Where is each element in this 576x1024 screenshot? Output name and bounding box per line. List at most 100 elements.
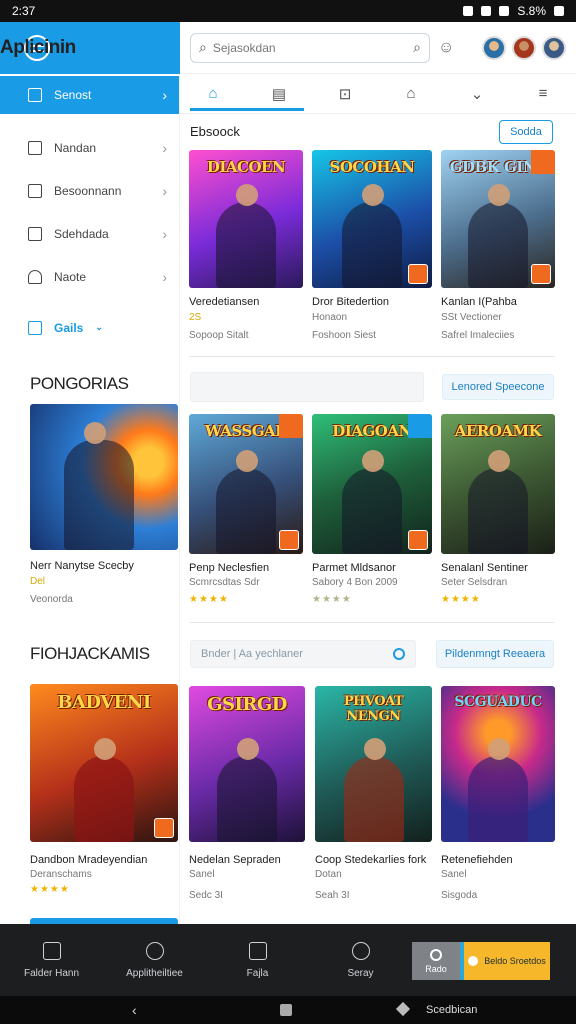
game-character	[217, 738, 277, 842]
home-button-icon[interactable]	[280, 1004, 292, 1016]
game-thumbnail: DIAGOAN	[312, 414, 432, 554]
book-icon: ⊡	[338, 85, 352, 103]
game-character	[216, 450, 276, 554]
nav-item-folder[interactable]: Falder Hann	[0, 924, 103, 996]
avatar[interactable]	[482, 35, 506, 60]
game-title: Retenefiehden	[441, 854, 513, 866]
game-title: Coop Stedekarlies fork	[315, 854, 427, 866]
game-card[interactable]: SCGUADUC Retenefiehden Sanel Sisgoda	[441, 686, 555, 901]
system-nav-label: Scedbican	[426, 1004, 478, 1016]
section1-button[interactable]: Sodda	[499, 120, 553, 144]
game-subtitle: Deranschams	[30, 869, 92, 880]
avatar[interactable]	[542, 35, 566, 60]
game-thumbnail: DIACOEN	[189, 150, 303, 288]
game-title: Kanlan I(Pahba	[441, 296, 517, 308]
tab-bookmarks[interactable]: ⌂	[391, 74, 431, 114]
game-title: Parmet Mldsanor	[312, 562, 396, 574]
sidebar-item-gails[interactable]: Gails ⌄	[0, 306, 179, 349]
section3-filter-input[interactable]: Bnder | Aa yechlaner	[190, 640, 416, 668]
game-character	[74, 738, 134, 842]
sidebar-item-senost[interactable]: Senost ›	[0, 76, 179, 114]
rating-stars: ★★★★	[30, 884, 70, 895]
rating-badge-icon	[408, 264, 428, 284]
calendar-icon	[28, 226, 42, 241]
game-card[interactable]: AEROAMK Senalanl Sentiner Seter Selsdran…	[441, 414, 555, 608]
tab-library[interactable]: ⊡	[325, 74, 365, 114]
game-card[interactable]: GSIRGD Nedelan Sepraden Sanel Sedc 3I	[189, 686, 305, 901]
rating-badge-icon	[531, 264, 551, 284]
nav-item-applications[interactable]: Applitheiltiee	[103, 924, 206, 996]
game-card[interactable]: DIAGOAN Parmet Mldsanor Sabory 4 Bon 200…	[312, 414, 432, 608]
nav-item-fajla[interactable]: Fajla	[206, 924, 309, 996]
store-button[interactable]: Rado	[412, 942, 460, 980]
bookmark-icon: ⌂	[406, 85, 416, 102]
home-icon: ⌂	[208, 85, 218, 102]
game-character	[216, 184, 276, 288]
grid-icon	[42, 941, 61, 960]
game-card[interactable]: WASSGAR Penp Neclesfien Scmrcsdtas Sdr ★…	[189, 414, 303, 608]
game-meta: Foshoon Siest	[312, 330, 376, 341]
download-icon: ⌄	[470, 85, 484, 103]
filter-input-text: Bnder | Aa yechlaner	[201, 648, 303, 660]
game-subtitle: Seter Selsdran	[441, 577, 508, 588]
game-title: Penp Neclesfien	[189, 562, 270, 574]
search-input[interactable]: ⌕ Sejasokdan ⌕	[190, 32, 430, 63]
sidebar-item-sdehdada[interactable]: Sdehdada ›	[0, 212, 179, 255]
recents-icon[interactable]	[395, 1001, 411, 1017]
game-card[interactable]: GDBK GINY Kanlan I(Pahba SSt Vectioner S…	[441, 150, 555, 346]
game-thumbnail: WASSGAR	[189, 414, 303, 554]
back-icon[interactable]: ‹	[132, 1002, 137, 1018]
section2-button[interactable]: Lenored Speecone	[442, 374, 554, 400]
signal-icon	[499, 6, 510, 16]
tab-downloads[interactable]: ⌄	[457, 74, 497, 114]
game-icon	[28, 320, 42, 335]
divider	[190, 356, 554, 357]
nav-label: Fajla	[246, 967, 269, 979]
table-icon	[28, 140, 42, 155]
game-subtitle: Honaon	[312, 312, 348, 323]
game-card[interactable]: PHVOAT NENGN Coop Stedekarlies fork Dota…	[315, 686, 432, 901]
game-meta: Sisgoda	[441, 890, 478, 901]
sidebar-item-label: Senost	[54, 88, 92, 102]
section-heading: FIOHJACKAMIS	[30, 644, 150, 663]
sidebar-item-nandan[interactable]: Nandan ›	[0, 126, 179, 169]
status-icons: S.8%	[463, 4, 564, 18]
game-card[interactable]: BADVENI Dandbon Mradeyendian Deranschams…	[30, 684, 178, 895]
sidebar-item-label: Naote	[54, 269, 87, 284]
search-placeholder: Sejasokdan	[212, 40, 276, 55]
tab-cart[interactable]: ≡	[523, 74, 563, 114]
search-icon: ⌕	[199, 39, 207, 55]
section-heading: PONGORIAS	[30, 374, 129, 393]
game-thumbnail: GSIRGD	[189, 686, 305, 842]
nav-label: Falder Hann	[23, 967, 80, 979]
section3-button[interactable]: Pildenmngt Reeaera	[436, 640, 554, 668]
game-title: Nerr Nanytse Scecby	[30, 560, 134, 572]
cta-button[interactable]: Beldo Sroetdos	[460, 942, 550, 980]
game-thumbnail: SOCOHAN	[312, 150, 432, 288]
search-submit-icon[interactable]: ⌕	[413, 39, 421, 56]
game-card[interactable]: SOCOHAN Dror Bitedertion Honaon Foshoon …	[312, 150, 432, 346]
section2-search-bar[interactable]	[190, 372, 424, 402]
nav-item-search[interactable]: Seray	[309, 924, 412, 996]
game-card[interactable]: DIACOEN Veredetiansen 2S Sopoop Sitalt	[189, 150, 303, 346]
game-thumbnail	[30, 404, 178, 550]
cart-icon: ≡	[538, 85, 548, 102]
game-meta: Safrel Imaleciies	[441, 330, 515, 341]
sidebar-item-naote[interactable]: Naote ›	[0, 255, 179, 298]
bell-icon	[28, 269, 42, 284]
chevron-right-icon: ›	[162, 225, 167, 242]
book-icon	[248, 941, 267, 960]
rating-stars: ★★★★	[312, 594, 352, 605]
game-thumbnail: AEROAMK	[441, 414, 555, 554]
emoji-icon[interactable]: ☺	[438, 39, 454, 57]
app-brand[interactable]: Aplicinin	[0, 22, 180, 74]
nav-label: Applitheiltiee	[126, 967, 183, 979]
game-title: Dandbon Mradeyendian	[30, 854, 148, 866]
game-character	[343, 738, 404, 842]
sidebar-item-besoonnann[interactable]: Besoonnann ›	[0, 169, 179, 212]
sidebar-item-label: Sdehdada	[54, 226, 109, 241]
avatar[interactable]	[512, 35, 536, 60]
featured-game-card[interactable]: Nerr Nanytse Scecby Del Veonorda	[30, 404, 178, 608]
game-subtitle: Sanel	[189, 869, 215, 880]
check-circle-icon[interactable]	[393, 648, 405, 660]
